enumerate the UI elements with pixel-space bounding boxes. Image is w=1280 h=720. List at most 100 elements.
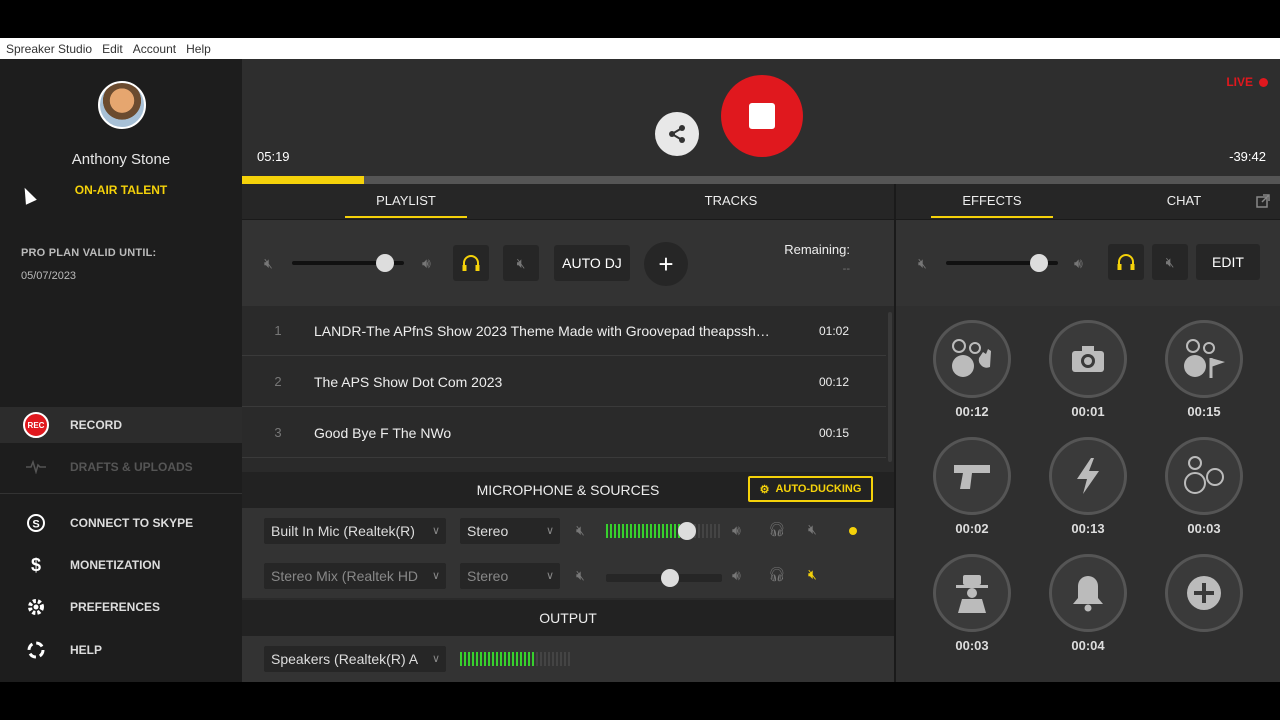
add-track-button[interactable]: + — [644, 242, 688, 286]
effect-duration: 00:13 — [1071, 521, 1105, 536]
effect-button[interactable]: 00:03 — [1164, 437, 1244, 536]
effect-duration: 00:03 — [1187, 521, 1221, 536]
effect-button[interactable]: 00:03 — [932, 554, 1012, 653]
gun-icon — [954, 465, 990, 489]
effect-button[interactable]: 00:02 — [932, 437, 1012, 536]
sidebar-item-help[interactable]: HELP — [0, 632, 242, 668]
source-volume-knob[interactable] — [661, 569, 679, 587]
volume-up-icon[interactable]: 🔊︎ — [732, 567, 741, 584]
gear-icon — [22, 593, 50, 621]
tab-playlist[interactable]: PLAYLIST — [345, 184, 467, 218]
effect-button[interactable]: 00:01 — [1048, 320, 1128, 419]
volume-mute-icon[interactable]: 🔇︎ — [576, 522, 585, 539]
mute-button[interactable]: 🔇︎ — [503, 245, 539, 281]
studio-app: Anthony Stone ON-AIR TALENT PRO PLAN VAL… — [0, 59, 1280, 682]
effect-button[interactable]: 00:15 — [1164, 320, 1244, 419]
menu-help[interactable]: Help — [186, 42, 211, 56]
mic-mode-select[interactable]: Stereo ∨ — [460, 518, 560, 544]
playlist-tabs: PLAYLIST TRACKS — [242, 184, 894, 220]
mute-icon[interactable]: 🔇︎ — [808, 521, 817, 538]
tab-chat[interactable]: CHAT — [1124, 184, 1244, 218]
chevron-down-icon: ∨ — [431, 653, 440, 665]
volume-mute-icon[interactable]: 🔇︎ — [264, 255, 273, 272]
mic-header: MICROPHONE & SOURCES ⚙ AUTO-DUCKING — [242, 472, 894, 508]
output-device-select[interactable]: Speakers (Realtek(R) A ∨ — [264, 646, 446, 672]
effect-button[interactable]: 00:04 — [1048, 554, 1128, 653]
popout-icon[interactable] — [1256, 194, 1270, 213]
rec-icon: REC — [23, 412, 49, 438]
source-device-select[interactable]: Stereo Mix (Realtek HD ∨ — [264, 563, 446, 589]
headphones-icon[interactable]: 🎧︎ — [768, 566, 786, 583]
menu-account[interactable]: Account — [133, 42, 176, 56]
skype-icon: S — [22, 509, 50, 537]
auto-dj-button[interactable]: AUTO DJ — [554, 245, 630, 281]
mic-source-row: Built In Mic (Realtek(R) ∨ Stereo ∨ 🔇︎ 🔊︎ … — [242, 508, 894, 553]
auto-ducking-button[interactable]: ⚙ AUTO-DUCKING — [748, 476, 873, 502]
sidebar-item-skype[interactable]: S CONNECT TO SKYPE — [0, 505, 242, 541]
source-mode-select[interactable]: Stereo ∨ — [460, 563, 560, 589]
slider-knob[interactable] — [375, 254, 394, 272]
table-row[interactable]: 3 Good Bye F The NWo 00:15 — [242, 408, 886, 458]
user-role: ON-AIR TALENT — [74, 183, 168, 197]
volume-mute-icon[interactable]: 🔇︎ — [918, 255, 927, 272]
mic-source-row: Stereo Mix (Realtek HD ∨ Stereo ∨ 🔇︎ 🔊︎ 🎧︎… — [242, 553, 894, 598]
playlist-scrollbar[interactable] — [888, 312, 892, 462]
plus-icon: + — [658, 248, 674, 279]
effect-button[interactable]: 00:13 — [1048, 437, 1128, 536]
tab-effects[interactable]: EFFECTS — [931, 184, 1053, 218]
mic-device-select[interactable]: Built In Mic (Realtek(R) ∨ — [264, 518, 446, 544]
sidebar-item-monetization[interactable]: $ MONETIZATION — [0, 547, 242, 583]
svg-text:S: S — [32, 519, 39, 531]
volume-up-icon[interactable]: 🔊︎ — [732, 522, 741, 539]
slider-knob[interactable] — [1029, 254, 1048, 272]
video-letterbox-bottom — [0, 682, 1280, 720]
sidebar-item-label: DRAFTS & UPLOADS — [70, 460, 193, 474]
lifebuoy-icon — [22, 636, 50, 664]
broadcast-header: LIVE 05:19 -39:42 — [242, 59, 1280, 184]
headphones-icon[interactable]: 🎧︎ — [768, 521, 786, 538]
menu-edit[interactable]: Edit — [102, 42, 123, 56]
stop-recording-button[interactable] — [721, 75, 803, 157]
menu-app[interactable]: Spreaker Studio — [6, 42, 92, 56]
effect-duration: 00:03 — [955, 638, 989, 653]
remaining-label: Remaining: — [784, 242, 850, 257]
mic-volume-knob[interactable] — [678, 522, 696, 540]
table-row[interactable]: 2 The APS Show Dot Com 2023 00:12 — [242, 357, 886, 407]
elapsed-time: 05:19 — [257, 149, 290, 164]
volume-up-icon[interactable]: 🔊︎ — [422, 255, 431, 272]
faces-flag-icon — [1184, 339, 1225, 378]
live-dot-icon — [1259, 77, 1268, 87]
sidebar-item-preferences[interactable]: PREFERENCES — [0, 589, 242, 625]
mute-active-icon[interactable]: 🔇︎ — [808, 566, 817, 583]
output-header: OUTPUT — [242, 600, 894, 636]
bell-icon — [1073, 576, 1103, 612]
sidebar-item-label: RECORD — [70, 418, 123, 432]
lightning-icon — [1077, 458, 1099, 494]
effect-button[interactable]: 00:12 — [932, 320, 1012, 419]
share-button[interactable] — [655, 112, 699, 156]
playlist: 1 LANDR-The APfnS Show 2023 Theme Made w… — [242, 306, 894, 472]
headphones-icon — [462, 255, 480, 271]
sidebar-item-record[interactable]: REC RECORD — [0, 407, 242, 443]
volume-up-icon[interactable]: 🔊︎ — [1074, 255, 1083, 272]
effect-duration: 00:15 — [1187, 404, 1221, 419]
headphones-button[interactable] — [1108, 244, 1144, 280]
volume-mute-icon[interactable]: 🔇︎ — [576, 567, 585, 584]
add-effect-button[interactable] — [1164, 554, 1244, 638]
sidebar-item-drafts[interactable]: DRAFTS & UPLOADS — [0, 449, 242, 485]
avatar[interactable] — [98, 81, 146, 129]
track-number: 1 — [274, 323, 282, 338]
edit-button[interactable]: EDIT — [1196, 244, 1260, 280]
sidebar-item-label: CONNECT TO SKYPE — [70, 516, 194, 530]
sidebar: Anthony Stone ON-AIR TALENT PRO PLAN VAL… — [0, 59, 242, 682]
playlist-volume-slider[interactable] — [292, 254, 404, 272]
mute-icon: 🔇︎ — [1165, 253, 1175, 270]
mute-button[interactable]: 🔇︎ — [1152, 244, 1188, 280]
headphones-button[interactable] — [453, 245, 489, 281]
sidebar-item-label: PREFERENCES — [70, 600, 161, 614]
camera-icon — [1072, 346, 1104, 372]
tab-tracks[interactable]: TRACKS — [670, 184, 792, 218]
effects-volume-slider[interactable] — [946, 254, 1058, 272]
menu-bar: Spreaker Studio Edit Account Help — [0, 38, 1280, 59]
table-row[interactable]: 1 LANDR-The APfnS Show 2023 Theme Made w… — [242, 306, 886, 356]
